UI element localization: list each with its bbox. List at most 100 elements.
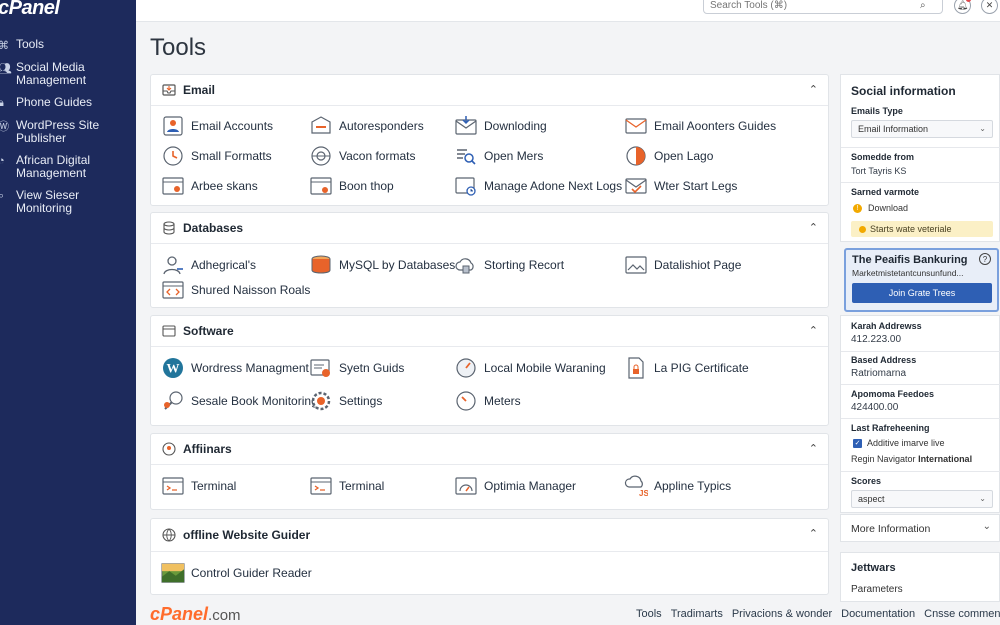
monitoring-icon (161, 389, 185, 413)
tool-email-accounts[interactable]: Email Accounts (161, 114, 273, 138)
tool-appline-typics[interactable]: JS Appline Typics (624, 474, 731, 498)
close-button[interactable]: ✕ (981, 0, 998, 14)
footer-link-privacy[interactable]: Privacions & wonder (732, 608, 832, 620)
checkbox-checked-icon[interactable]: ✓ (853, 438, 862, 448)
sidebar-item-wordpress[interactable]: Ⓦ WordPress Site Publisher (0, 119, 136, 145)
tool-mysql-databases[interactable]: MySQL by Databases (309, 253, 455, 277)
databases-section: Databases ⌃ Adhegrical's MySQL by Databa… (150, 212, 829, 308)
tool-control-guider-reader[interactable]: Control Guider Reader (161, 561, 312, 585)
footer-cpanel-logo[interactable]: cPanel.com (150, 604, 241, 625)
svg-text:JS: JS (639, 489, 648, 498)
software-box-icon (161, 323, 177, 339)
tool-boon-thop[interactable]: Boon thop (309, 174, 394, 198)
software-section-header[interactable]: Software ⌃ (151, 316, 828, 347)
emails-type-select[interactable]: Email Information ⌄ (851, 120, 993, 138)
tool-arbee-skans[interactable]: Arbee skans (161, 174, 258, 198)
tool-settings[interactable]: Settings (309, 389, 382, 413)
footer-link-documentation[interactable]: Documentation (841, 608, 915, 620)
collapse-chevron-icon[interactable]: ⌃ (809, 324, 818, 337)
divider (841, 147, 1000, 148)
tool-storting-recort[interactable]: Storting Recort (454, 253, 564, 277)
tool-email-guides[interactable]: Email Aoonters Guides (624, 114, 776, 138)
tool-shured-naisson-roals[interactable]: Shured Naisson Roals (161, 278, 310, 302)
more-information-row[interactable]: More Information ⌄ (840, 514, 1000, 542)
tool-sesale-book-monitoring[interactable]: Sesale Book Monitoring (161, 389, 318, 413)
collapse-chevron-icon[interactable]: ⌃ (809, 83, 818, 96)
window-gear-icon (309, 356, 333, 380)
database-icon (161, 220, 177, 236)
tool-optimia-manager[interactable]: Optimia Manager (454, 474, 576, 498)
tool-open-mers[interactable]: Open Mers (454, 144, 543, 168)
sidebar-item-african-digital[interactable]: ◔ African Digital Management (0, 154, 136, 180)
clock-icon (161, 144, 185, 168)
footer-link-comments[interactable]: Cnsse comments (924, 608, 1000, 620)
help-icon[interactable]: ? (979, 253, 991, 265)
search-list-icon (454, 144, 478, 168)
tool-datalishiot-page[interactable]: Datalishiot Page (624, 253, 741, 277)
tool-terminal[interactable]: Terminal (161, 474, 236, 498)
email-section-header[interactable]: Email ⌃ (151, 75, 828, 106)
footer-link-trademarks[interactable]: Tradimarts (671, 608, 723, 620)
browser-window-icon (161, 174, 185, 198)
sarned-label: Sarned varmote (851, 187, 920, 197)
sidebar-item-tools[interactable]: ⌘ Tools (0, 38, 136, 52)
gear-icon (309, 389, 333, 413)
email-accounts-icon (161, 114, 185, 138)
regin-navigator: Regin Navigator International (851, 454, 973, 464)
search-box[interactable]: ⌕ (703, 0, 943, 14)
tool-syetn-guids[interactable]: Syetn Guids (309, 356, 404, 380)
email-section: Email ⌃ Email Accounts Autoresponders Do… (150, 74, 829, 206)
tool-wter-start-legs[interactable]: Wter Start Legs (624, 174, 737, 198)
gauge-icon (454, 356, 478, 380)
tool-vacon-formats[interactable]: Vacon formats (309, 144, 415, 168)
parameters-link[interactable]: Parameters (851, 584, 903, 595)
apomoma-value: 424400.00 (851, 402, 899, 413)
tool-local-mobile-waraning[interactable]: Local Mobile Waraning (454, 356, 606, 380)
tool-terminal-2[interactable]: Terminal (309, 474, 384, 498)
sidebar-item-phone-guides[interactable]: 🔒︎ Phone Guides (0, 96, 136, 110)
additive-checkbox-row[interactable]: ✓ Additive imarve live (853, 438, 945, 448)
sidebar-item-social-media[interactable]: 👥︎ Social Media Management (0, 61, 136, 87)
affiliates-section-header[interactable]: Affiinars ⌃ (151, 434, 828, 465)
meter-icon (454, 389, 478, 413)
tool-open-lago[interactable]: Open Lago (624, 144, 713, 168)
download-status[interactable]: ! Download (853, 203, 908, 213)
page-title: Tools (150, 34, 207, 61)
top-bar: ⌕ 🔔︎ ✕ (136, 0, 1000, 22)
scores-select[interactable]: aspect ⌄ (851, 490, 993, 508)
collapse-chevron-icon[interactable]: ⌃ (809, 221, 818, 234)
search-input[interactable] (710, 0, 920, 11)
tool-meters[interactable]: Meters (454, 389, 521, 413)
tools-icon: ⌘ (0, 39, 9, 52)
cloud-db-icon (454, 253, 478, 277)
website-guider-section-header[interactable]: offline Website Guider ⌃ (151, 519, 828, 552)
sidebar-item-label: WordPress Site Publisher (16, 118, 100, 145)
join-button[interactable]: Join Grate Trees (852, 283, 992, 303)
tool-adhegricals[interactable]: Adhegrical's (161, 253, 256, 277)
search-icon[interactable]: ⌕ (920, 0, 926, 11)
tool-wordpress-managment[interactable]: W Wordress Managment (161, 356, 309, 380)
divider (841, 182, 1000, 183)
collapse-chevron-icon[interactable]: ⌃ (809, 527, 818, 540)
promo-title: The Peaifis Bankuring (852, 254, 968, 266)
cpanel-logo[interactable]: cPanel (0, 0, 60, 20)
footer-link-tools[interactable]: Tools (636, 608, 662, 620)
user-icon (161, 253, 185, 277)
tool-small-formatts[interactable]: Small Formatts (161, 144, 272, 168)
collapse-chevron-icon[interactable]: ⌃ (809, 442, 818, 455)
databases-section-header[interactable]: Databases ⌃ (151, 213, 828, 244)
tool-manage-logs[interactable]: Manage Adone Next Logs (454, 174, 622, 198)
sidebar-item-label: Phone Guides (16, 95, 93, 109)
notifications-button[interactable]: 🔔︎ (954, 0, 971, 14)
sidebar-item-view-monitoring[interactable]: ⌕ View Sieser Monitoring (0, 189, 136, 215)
software-section: Software ⌃ W Wordress Managment Syetn Gu… (150, 315, 829, 426)
account-details-panel: Karah Addrewss 412.223.00 Based Address … (840, 315, 1000, 513)
browser-window-icon (309, 174, 333, 198)
tool-downloding[interactable]: Downloding (454, 114, 547, 138)
open-circle-icon (624, 144, 648, 168)
tool-la-pig-certificate[interactable]: La PIG Certificate (624, 356, 749, 380)
tool-autoresponders[interactable]: Autoresponders (309, 114, 424, 138)
section-title: Databases (183, 221, 244, 235)
notification-dot (966, 0, 971, 2)
section-title: Affiinars (183, 442, 232, 456)
